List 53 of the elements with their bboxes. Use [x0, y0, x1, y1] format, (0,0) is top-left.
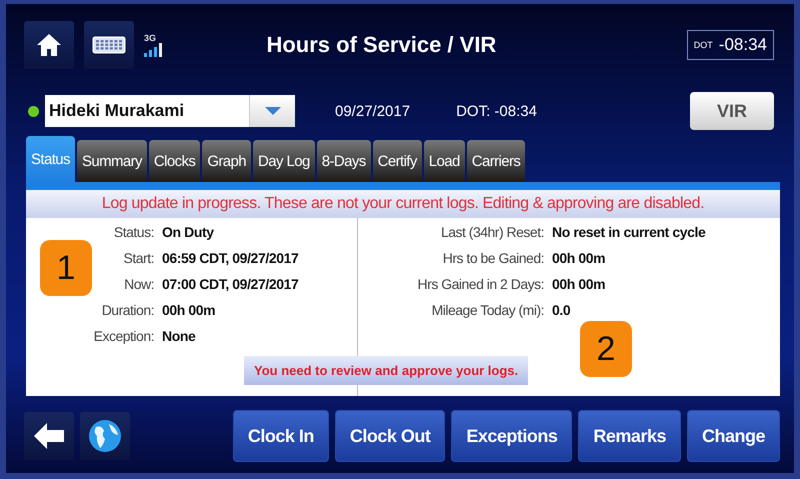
action-button[interactable]: Clock Out — [334, 410, 446, 462]
field-label: Start: — [122, 250, 154, 266]
field-label: Hrs to be Gained: — [442, 250, 544, 266]
left-arrow-icon — [34, 423, 64, 449]
callout-badge: 2 — [580, 321, 632, 377]
action-button[interactable]: Exceptions — [451, 410, 572, 462]
tab[interactable]: 8-Days — [316, 140, 371, 182]
field-label: Duration: — [100, 302, 154, 318]
field-value: No reset in current cycle — [552, 224, 706, 240]
dot-clock-value: -08:34 — [718, 35, 767, 55]
field-value: 00h 00m — [552, 250, 606, 266]
caret-icon — [264, 107, 280, 115]
dot-clock-label: DOT — [694, 40, 713, 50]
tab[interactable]: Summary — [76, 140, 147, 182]
field-label: Mileage Today (mi): — [430, 302, 544, 318]
tab[interactable]: Carriers — [466, 140, 526, 182]
tab[interactable]: Day Log — [253, 140, 315, 182]
field-value: 06:59 CDT, 09/27/2017 — [162, 250, 300, 266]
globe-icon — [88, 419, 122, 453]
field-label: Now: — [123, 276, 154, 292]
tab[interactable]: Clocks — [148, 140, 200, 182]
driver-dropdown[interactable]: Hideki Murakami — [45, 95, 295, 127]
callout-badge: 1 — [40, 240, 92, 296]
field-value: 00h 00m — [552, 276, 606, 292]
field-label: Status: — [112, 224, 154, 240]
home-button[interactable] — [24, 21, 74, 69]
dot-status: DOT: -08:34 — [456, 102, 537, 120]
field-value: 00h 00m — [162, 302, 216, 318]
vir-button[interactable]: VIR — [690, 92, 774, 130]
field-label: Last (34hr) Reset: — [440, 224, 544, 240]
back-button[interactable] — [24, 412, 74, 460]
tab[interactable]: Graph — [202, 140, 252, 182]
window-title: Hours of Service / VIR — [265, 32, 498, 58]
tab[interactable]: Certify — [372, 140, 422, 182]
network-label: 3G — [144, 33, 156, 43]
tab[interactable]: Load — [424, 140, 465, 182]
date-text: 09/27/2017 — [335, 102, 410, 120]
field-value: On Duty — [162, 224, 215, 240]
globe-button[interactable] — [80, 412, 130, 460]
action-button[interactable]: Remarks — [578, 410, 681, 462]
field-value: None — [162, 328, 196, 344]
action-button[interactable]: Clock In — [232, 410, 329, 462]
dropdown-button[interactable] — [249, 95, 295, 127]
field-label: Hrs Gained in 2 Days: — [416, 276, 544, 292]
home-icon — [36, 32, 62, 58]
field-label: Exception: — [92, 328, 154, 344]
field-value: 07:00 CDT, 09/27/2017 — [162, 276, 300, 292]
action-button[interactable]: Change — [686, 410, 780, 462]
field-value: 0.0 — [552, 302, 572, 318]
keyboard-button[interactable] — [84, 21, 134, 69]
review-notice: You need to review and approve your logs. — [244, 356, 528, 385]
keyboard-icon — [92, 36, 126, 54]
warning-banner: Log update in progress. These are not your current logs. Editing & approving are disabled. — [26, 190, 780, 218]
